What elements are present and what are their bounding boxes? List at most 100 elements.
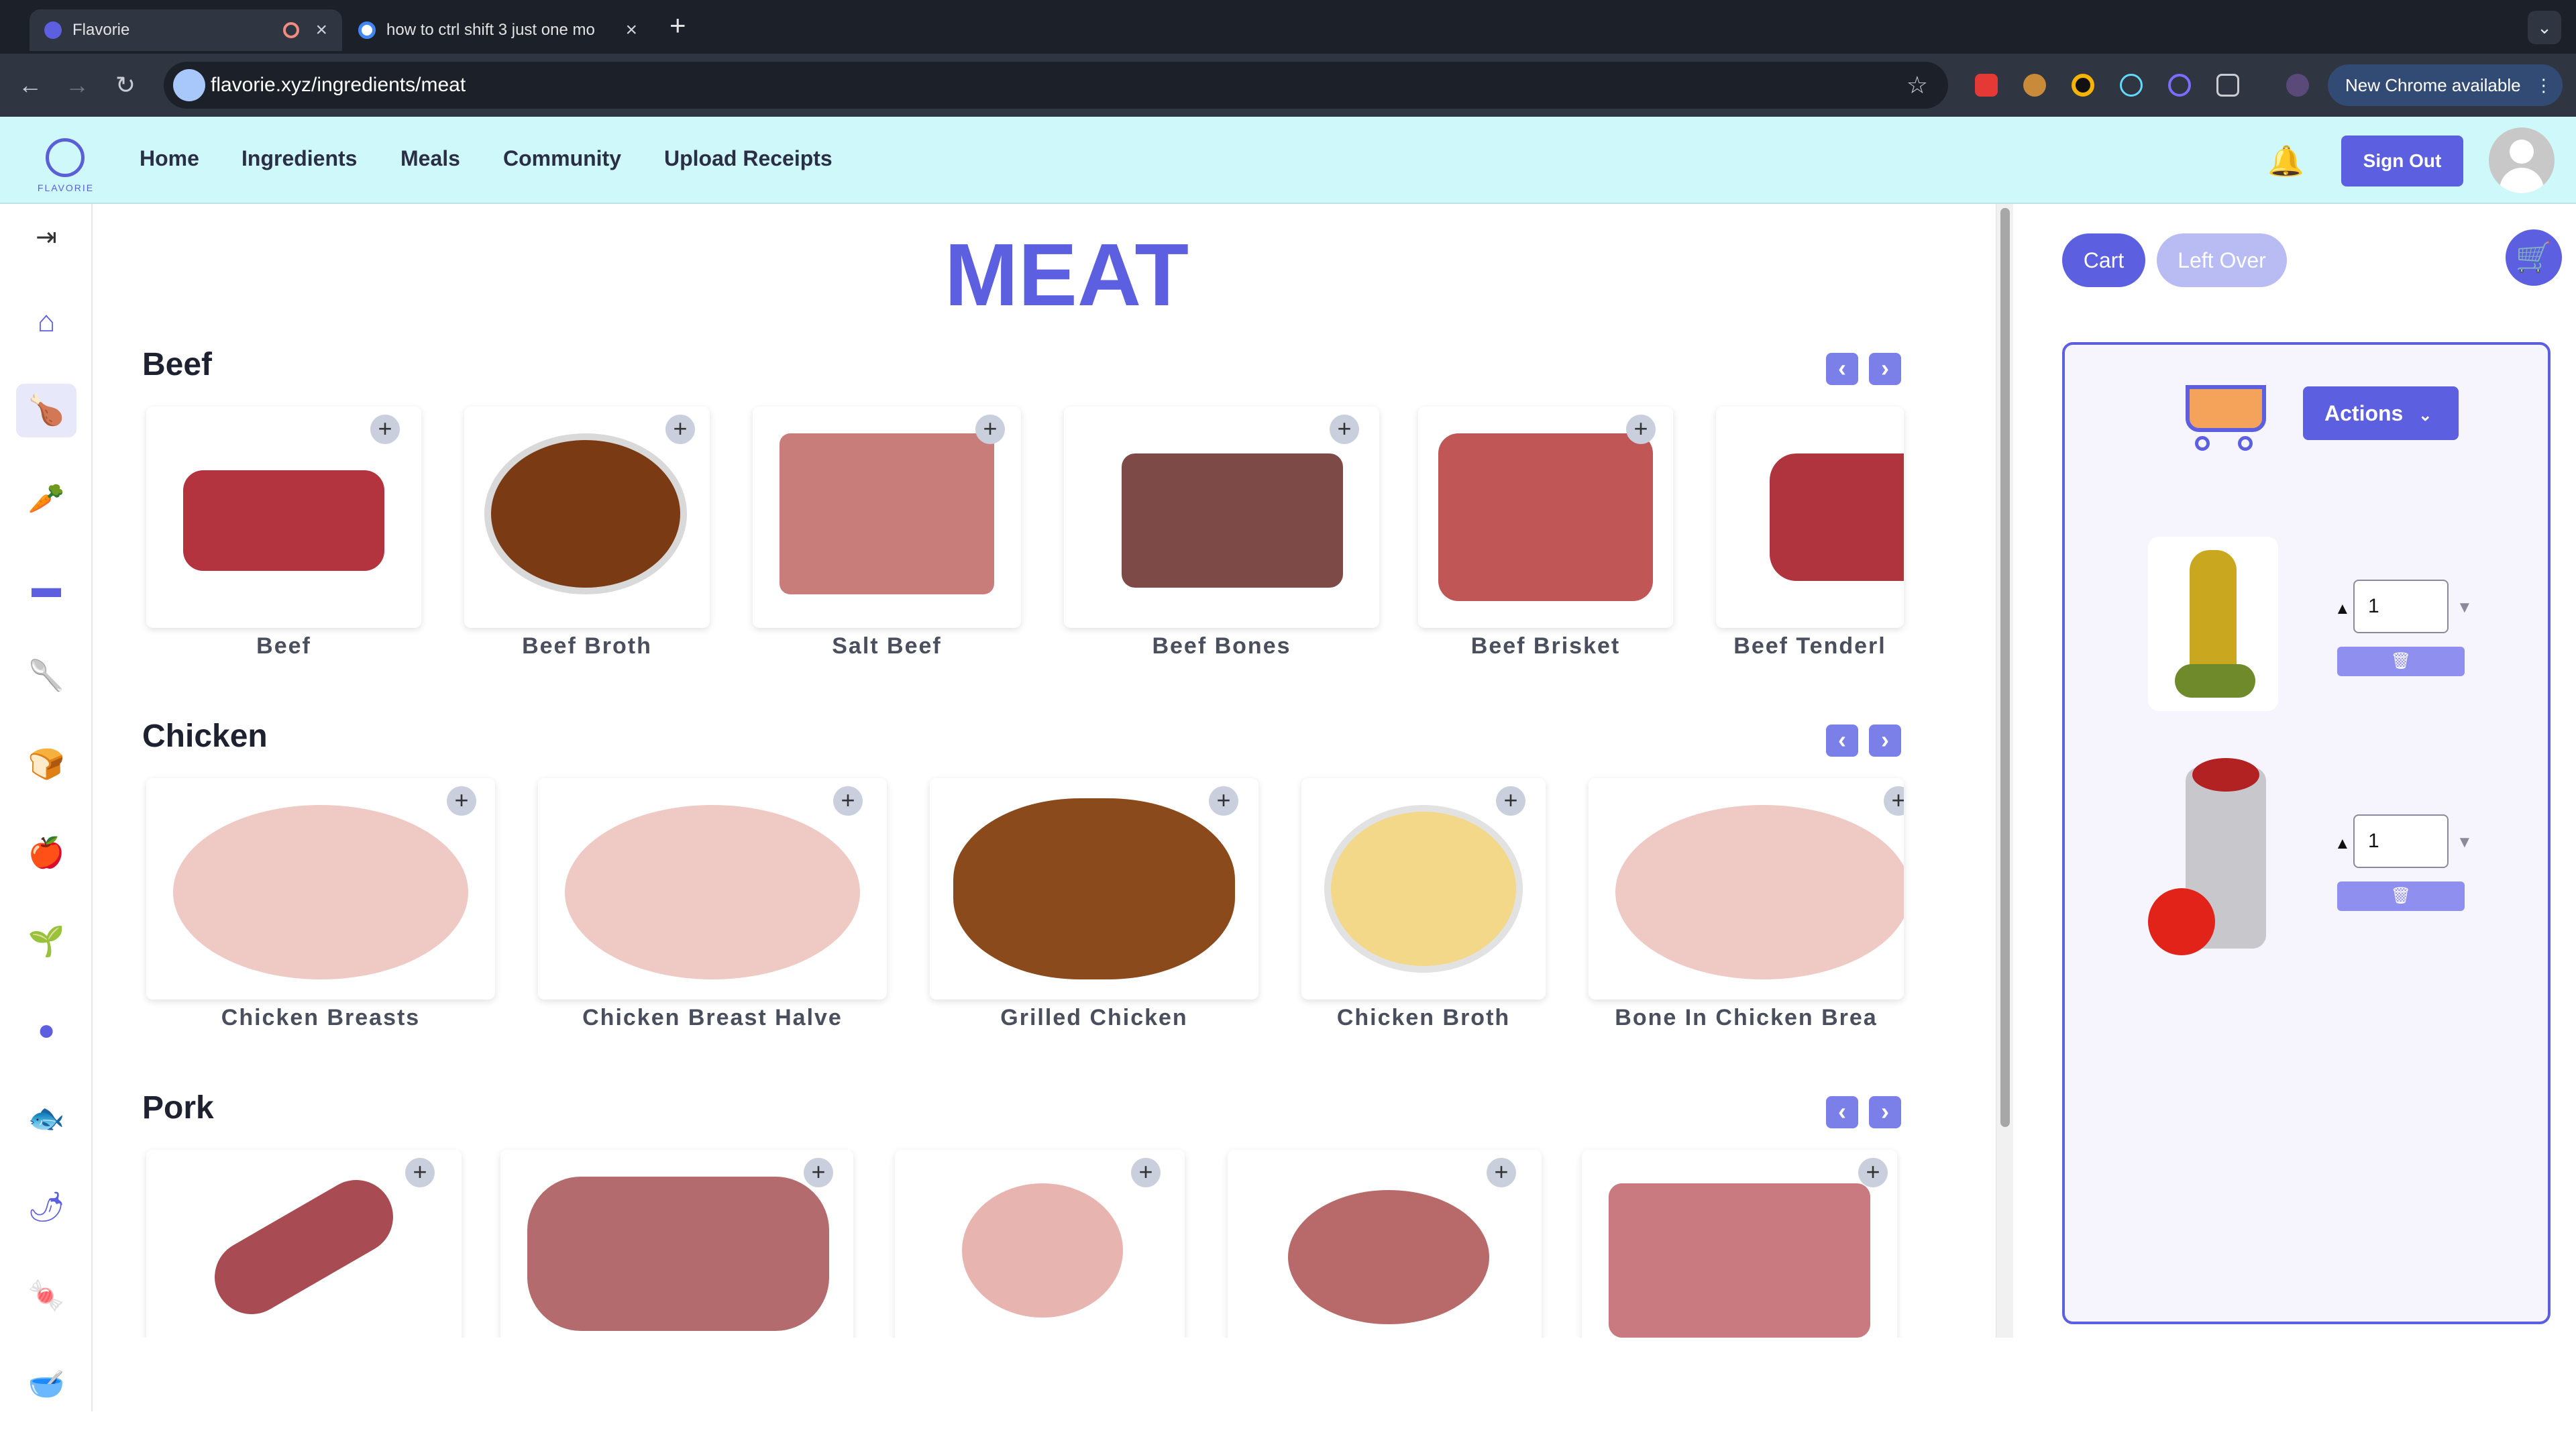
nav-ingredients[interactable]: Ingredients: [241, 146, 357, 171]
extension-react-icon[interactable]: [2120, 74, 2143, 97]
remove-item-button[interactable]: 🗑: [2337, 647, 2465, 676]
close-tab-icon[interactable]: ×: [315, 19, 327, 42]
qty-decrease-icon[interactable]: ▼: [2457, 598, 2473, 617]
shopping-cart-icon[interactable]: 🛒: [2506, 229, 2562, 286]
home-icon[interactable]: ⌂: [16, 295, 76, 349]
ingredient-card-bone-in-chicken-breast[interactable]: +: [1589, 778, 1904, 1000]
ingredient-card-beef-broth[interactable]: +: [464, 407, 710, 628]
ingredient-card-chicken-breasts[interactable]: +: [146, 778, 495, 1000]
nav-upload-receipts[interactable]: Upload Receipts: [664, 146, 833, 171]
ingredient-card-pork-tenderloin[interactable]: +: [146, 1150, 462, 1338]
candy-cane-icon[interactable]: 🍬: [16, 1269, 76, 1323]
fish-icon[interactable]: 🐟: [16, 1092, 76, 1146]
tab-flavorie[interactable]: Flavorie ×: [30, 9, 342, 51]
sign-out-button[interactable]: Sign Out: [2341, 136, 2463, 186]
bookmark-star-icon[interactable]: ☆: [1907, 71, 1928, 99]
ingredient-card-beef-brisket[interactable]: +: [1418, 407, 1673, 628]
back-icon[interactable]: ←: [13, 68, 47, 102]
ingredient-card-beef-bones[interactable]: +: [1064, 407, 1379, 628]
address-bar[interactable]: flavorie.xyz/ingredients/meat ☆: [164, 62, 1948, 109]
beef-prev-button[interactable]: ‹: [1826, 353, 1858, 385]
add-item-icon[interactable]: +: [804, 1158, 833, 1187]
pork-next-button[interactable]: ›: [1869, 1096, 1901, 1128]
vegetable-icon[interactable]: 🥕: [16, 472, 76, 526]
quantity-input[interactable]: 1: [2353, 814, 2449, 868]
qty-increase-icon[interactable]: ▲: [2334, 600, 2351, 619]
add-item-icon[interactable]: +: [833, 786, 863, 816]
add-item-icon[interactable]: +: [1858, 1158, 1888, 1187]
extension-cookie-icon[interactable]: [2023, 74, 2046, 97]
egg-icon[interactable]: ●: [16, 1004, 76, 1057]
nav-home[interactable]: Home: [140, 146, 199, 171]
ingredient-label: Beef Tenderl: [1733, 633, 1886, 659]
qty-increase-icon[interactable]: ▲: [2334, 835, 2351, 853]
add-item-icon[interactable]: +: [1131, 1158, 1161, 1187]
extension-circle-icon[interactable]: [2072, 74, 2094, 97]
cart-tab-button[interactable]: Cart: [2062, 233, 2145, 287]
new-chrome-available-button[interactable]: New Chrome available ⋮: [2328, 64, 2563, 106]
ingredient-card-pork-chops[interactable]: +: [1228, 1150, 1542, 1338]
meat-drumstick-icon[interactable]: 🍗: [16, 384, 76, 437]
nav-community[interactable]: Community: [503, 146, 621, 171]
forward-icon[interactable]: →: [60, 68, 94, 102]
ingredient-card-chicken-breast-halve[interactable]: +: [538, 778, 887, 1000]
left-over-tab-button[interactable]: Left Over: [2157, 233, 2287, 287]
sprout-icon[interactable]: 🌱: [16, 915, 76, 969]
add-item-icon[interactable]: +: [665, 415, 695, 444]
beef-next-button[interactable]: ›: [1869, 353, 1901, 385]
ingredient-card-chicken-broth[interactable]: +: [1301, 778, 1546, 1000]
actions-dropdown-button[interactable]: Actions ⌄: [2303, 386, 2459, 440]
add-item-icon[interactable]: +: [1884, 786, 1904, 816]
ingredient-card-salt-beef[interactable]: +: [753, 407, 1021, 628]
tab-search-icon[interactable]: ⌄: [2528, 11, 2561, 44]
main-scrollbar[interactable]: [1996, 204, 2013, 1338]
add-item-icon[interactable]: +: [370, 415, 400, 444]
new-tab-icon[interactable]: +: [669, 9, 686, 42]
ingredient-card-pork-sausages[interactable]: +: [500, 1150, 853, 1338]
add-item-icon[interactable]: +: [1330, 415, 1359, 444]
bread-icon[interactable]: 🍞: [16, 738, 76, 792]
remove-item-button[interactable]: 🗑: [2337, 881, 2465, 911]
beef-cubes-image: [183, 470, 384, 571]
ingredient-card-beef[interactable]: +: [146, 407, 421, 628]
extension-red-icon[interactable]: [1975, 74, 1998, 97]
apple-icon[interactable]: 🍎: [16, 826, 76, 880]
nav-meals[interactable]: Meals: [400, 146, 460, 171]
spoon-icon[interactable]: 🥄: [16, 649, 76, 703]
ingredient-card-pork-ribs[interactable]: +: [1582, 1150, 1897, 1338]
extension-gear-icon[interactable]: [2168, 74, 2191, 97]
qty-decrease-icon[interactable]: ▼: [2457, 833, 2473, 852]
reload-icon[interactable]: ↻: [109, 68, 142, 102]
expand-sidebar-icon[interactable]: ⇥: [16, 211, 76, 264]
ingredient-label: Beef Bones: [1152, 633, 1291, 659]
flavorie-logo[interactable]: FLAVORIE: [34, 129, 98, 193]
add-item-icon[interactable]: +: [405, 1158, 435, 1187]
extensions-puzzle-icon[interactable]: [2216, 74, 2239, 97]
user-avatar[interactable]: [2489, 127, 2555, 193]
add-item-icon[interactable]: +: [1487, 1158, 1516, 1187]
chicken-next-button[interactable]: ›: [1869, 724, 1901, 757]
quantity-input[interactable]: 1: [2353, 580, 2449, 633]
tab-google-search[interactable]: how to ctrl shift 3 just one mo ×: [343, 9, 652, 51]
mortar-icon[interactable]: 🥣: [16, 1358, 76, 1411]
recording-icon: [283, 22, 300, 38]
avatar-body-shape: [2500, 168, 2544, 193]
pork-prev-button[interactable]: ‹: [1826, 1096, 1858, 1128]
ingredient-card-pork-roast[interactable]: +: [895, 1150, 1185, 1338]
cheese-icon[interactable]: ▬: [16, 561, 76, 614]
add-item-icon[interactable]: +: [1496, 786, 1525, 816]
ingredient-card-grilled-chicken[interactable]: +: [930, 778, 1258, 1000]
chicken-prev-button[interactable]: ‹: [1826, 724, 1858, 757]
scrollbar-thumb[interactable]: [2000, 208, 2010, 1127]
add-item-icon[interactable]: +: [975, 415, 1005, 444]
add-item-icon[interactable]: +: [1209, 786, 1238, 816]
site-info-icon[interactable]: [173, 69, 205, 101]
profile-icon[interactable]: [2286, 74, 2309, 97]
add-item-icon[interactable]: +: [1626, 415, 1656, 444]
notification-bell-icon[interactable]: 🔔: [2267, 144, 2304, 178]
ingredient-card-beef-tenderloin[interactable]: [1716, 407, 1904, 628]
add-item-icon[interactable]: +: [447, 786, 476, 816]
close-tab-icon[interactable]: ×: [625, 19, 637, 42]
cart-item: ▲ 1 ▼ 🗑: [2065, 533, 2548, 720]
pepper-icon[interactable]: 🌶: [16, 1181, 76, 1234]
